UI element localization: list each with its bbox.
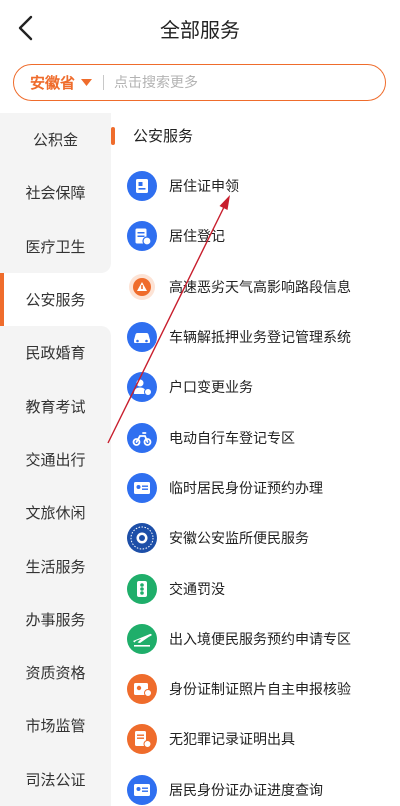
sidebar-item-label: 司法公证 <box>25 770 86 789</box>
category-sidebar: 公积金 社会保障 医疗卫生 公安服务 民政婚育 教育考试 交通出行 文旅休闲 生… <box>0 113 111 806</box>
service-item-id-photo-verification[interactable]: 身份证制证照片自主申报核验 <box>127 664 397 714</box>
search-divider <box>103 75 105 90</box>
sidebar-item-label: 社会保障 <box>25 184 86 203</box>
service-label: 车辆解抵押业务登记管理系统 <box>169 330 351 347</box>
service-list: 居住证申领 居住登记 高速恶劣天气高影响路段信息 车辆解抵押业务登记管理系统 户… <box>127 161 397 806</box>
service-item-residence-registration[interactable]: 居住登记 <box>127 211 397 261</box>
sidebar-item-label: 公积金 <box>32 131 78 150</box>
service-label: 无犯罪记录证明出具 <box>169 732 295 749</box>
sidebar-item-label: 交通出行 <box>25 450 86 469</box>
service-label: 出入境便民服务预约申请专区 <box>169 631 351 648</box>
airplane-icon <box>127 623 157 654</box>
highway-weather-icon <box>129 273 155 300</box>
service-item-no-crime-certificate[interactable]: 无犯罪记录证明出具 <box>127 714 397 764</box>
province-selector[interactable]: 安徽省 <box>14 72 93 93</box>
service-panel: 公安服务 居住证申领 居住登记 高速恶劣天气高影响路段信息 车辆解抵押业务登记管… <box>111 113 400 806</box>
service-label: 电动自行车登记专区 <box>169 430 295 447</box>
service-label: 户口变更业务 <box>169 380 253 397</box>
traffic-fine-icon <box>127 573 157 604</box>
sidebar-item-label: 公安服务 <box>25 291 86 310</box>
service-item-entry-exit-appointment[interactable]: 出入境便民服务预约申请专区 <box>127 614 397 664</box>
sidebar-item-label: 市场监管 <box>25 717 86 736</box>
police-emblem-icon <box>127 523 157 554</box>
service-item-traffic-fines[interactable]: 交通罚没 <box>127 563 397 613</box>
service-label: 高速恶劣天气高影响路段信息 <box>169 279 351 296</box>
id-photo-icon <box>127 674 157 705</box>
search-bar[interactable]: 安徽省 <box>13 64 386 101</box>
service-item-vehicle-mortgage[interactable]: 车辆解抵押业务登记管理系统 <box>127 312 397 362</box>
vehicle-icon <box>127 322 157 353</box>
service-item-residence-permit[interactable]: 居住证申领 <box>127 161 397 211</box>
temporary-id-icon <box>127 472 157 503</box>
sidebar-item-transport[interactable]: 交通出行 <box>0 433 111 486</box>
service-label: 临时居民身份证预约办理 <box>169 480 323 497</box>
province-label: 安徽省 <box>30 74 76 92</box>
service-label: 居民身份证办证进度查询 <box>169 782 323 799</box>
id-progress-icon <box>127 774 157 805</box>
section-accent-bar <box>111 126 115 145</box>
service-item-temporary-id[interactable]: 临时居民身份证预约办理 <box>127 463 397 513</box>
sidebar-item-public-security[interactable]: 公安服务 <box>0 272 111 327</box>
sidebar-item-market-supervision[interactable]: 市场监管 <box>0 699 111 752</box>
sidebar-item-label: 办事服务 <box>25 610 86 629</box>
sidebar-item-qualifications[interactable]: 资质资格 <box>0 646 111 699</box>
caret-down-icon <box>81 78 93 86</box>
search-input[interactable] <box>114 74 335 91</box>
sidebar-item-healthcare[interactable]: 医疗卫生 <box>0 219 111 273</box>
sidebar-item-judicial-notary[interactable]: 司法公证 <box>0 753 111 806</box>
service-item-household-change[interactable]: 户口变更业务 <box>127 362 397 412</box>
page-title: 全部服务 <box>160 18 240 42</box>
sidebar-item-life-services[interactable]: 生活服务 <box>0 539 111 592</box>
service-label: 交通罚没 <box>169 581 225 598</box>
service-item-e-bike-registration[interactable]: 电动自行车登记专区 <box>127 412 397 462</box>
sidebar-item-office-services[interactable]: 办事服务 <box>0 593 111 646</box>
service-label: 居住登记 <box>169 229 225 246</box>
top-bar: 全部服务 <box>0 0 400 56</box>
service-item-highway-weather[interactable]: 高速恶劣天气高影响路段信息 <box>127 262 397 312</box>
section-title: 公安服务 <box>133 127 194 145</box>
sidebar-item-label: 资质资格 <box>25 664 86 683</box>
sidebar-item-social-security[interactable]: 社会保障 <box>0 166 111 219</box>
service-item-police-detention-services[interactable]: 安徽公安监所便民服务 <box>127 513 397 563</box>
sidebar-item-education[interactable]: 教育考试 <box>0 379 111 432</box>
sidebar-item-housing-fund[interactable]: 公积金 <box>0 113 111 166</box>
sidebar-item-civil-affairs[interactable]: 民政婚育 <box>0 326 111 380</box>
sidebar-item-label: 教育考试 <box>25 397 86 416</box>
sidebar-item-culture-tourism[interactable]: 文旅休闲 <box>0 486 111 539</box>
service-label: 居住证申领 <box>169 179 239 196</box>
service-label: 身份证制证照片自主申报核验 <box>169 682 351 699</box>
residence-permit-icon <box>127 171 157 202</box>
sidebar-item-label: 文旅休闲 <box>25 504 86 523</box>
section-header: 公安服务 <box>111 125 193 146</box>
e-bike-icon <box>127 422 157 453</box>
sidebar-item-label: 民政婚育 <box>25 344 86 363</box>
sidebar-item-label: 医疗卫生 <box>25 237 86 256</box>
household-change-icon <box>127 372 157 403</box>
residence-registration-icon <box>127 221 157 252</box>
service-label: 安徽公安监所便民服务 <box>169 531 309 548</box>
sidebar-item-label: 生活服务 <box>25 557 86 576</box>
no-crime-certificate-icon <box>127 724 157 755</box>
service-item-id-progress-query[interactable]: 居民身份证办证进度查询 <box>127 765 397 806</box>
